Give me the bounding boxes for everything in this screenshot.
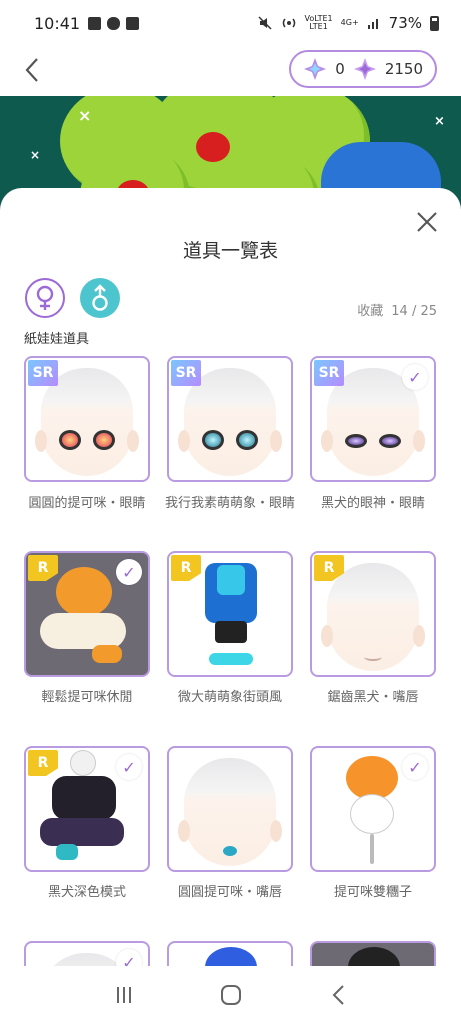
item-card[interactable] [310, 941, 436, 966]
recents-icon [116, 987, 131, 1003]
gallery-icon [88, 16, 102, 30]
hair-illustration [348, 947, 400, 966]
owned-check-icon: ✓ [116, 949, 142, 966]
sparkle-icon: × [30, 148, 41, 162]
female-icon [36, 285, 54, 310]
item-card[interactable]: SR [24, 356, 150, 482]
sheet-title: 道具一覽表 [182, 240, 278, 262]
back-icon [332, 985, 344, 1005]
mute-icon [257, 16, 272, 30]
face-illustration [321, 563, 425, 671]
currency-a-value: 0 [335, 60, 345, 78]
lips [364, 653, 382, 661]
item-card[interactable]: R [167, 551, 293, 677]
item-name: 鋸齒黑犬・嘴唇 [327, 690, 419, 705]
battery-icon [430, 15, 439, 31]
item-name: 我行我素萌萌象・眼睛 [164, 496, 295, 511]
eye-left [59, 430, 81, 450]
item-name: 圓圓提可咪・嘴唇 [177, 885, 282, 900]
item-name: 黑犬深色模式 [47, 885, 126, 900]
rarity-badge: SR [314, 360, 344, 386]
item-card[interactable] [167, 746, 293, 872]
eye-right [379, 434, 401, 448]
recents-button[interactable] [109, 980, 139, 1010]
owned-check-icon: ✓ [116, 559, 142, 585]
lte-label: LTE1 [309, 22, 328, 31]
currency-pill[interactable]: 0 2150 [289, 50, 437, 88]
male-filter-button[interactable] [80, 278, 120, 318]
eye-right [236, 430, 258, 450]
apple [196, 132, 230, 162]
eye-left [202, 430, 224, 450]
item-name: 微大萌萌象街頭風 [177, 690, 282, 705]
male-icon [92, 284, 108, 311]
item-name: 黑犬的眼神・眼睛 [320, 496, 425, 511]
item-list-sheet: 道具一覽表 收藏 14 / 25 紙娃娃道具 SR 圓圓的提可咪・眼睛 SR 我行… [0, 188, 461, 966]
collection-progress: 收藏 14 / 25 [357, 300, 437, 319]
sparkle-icon: × [78, 106, 92, 125]
item-name: 輕鬆提可咪休閒 [41, 690, 133, 705]
item-card[interactable]: R [310, 551, 436, 677]
network-label: 4G+ [340, 18, 359, 27]
item-card[interactable]: ✓ [24, 941, 150, 966]
star-crystal-icon [353, 58, 376, 80]
hotspot-icon [282, 18, 295, 28]
clock: 10:41 [34, 13, 81, 33]
eye-right [93, 430, 115, 450]
lips [223, 846, 237, 856]
top-nav: 0 2150 [0, 46, 461, 96]
status-bar: 10:41 VoLTE1 LTE1 4G+ 73% [0, 0, 461, 46]
item-name: 提可咪雙糰子 [333, 885, 412, 900]
cloud-icon [107, 16, 121, 30]
home-icon [220, 985, 241, 1005]
checkbox-icon [126, 16, 140, 30]
rarity-badge: SR [28, 360, 58, 386]
owned-check-icon: ✓ [402, 364, 428, 390]
star-gem-icon [304, 58, 327, 80]
close-button[interactable] [415, 210, 439, 234]
item-card[interactable]: SR ✓ [310, 356, 436, 482]
signal-icon [367, 19, 378, 29]
chevron-left-icon [25, 58, 38, 82]
close-icon [417, 212, 437, 232]
hair-illustration [205, 947, 257, 966]
item-card[interactable]: ✓ [310, 746, 436, 872]
currency-b-value: 2150 [384, 60, 423, 78]
collect-count: 14 / 25 [391, 304, 437, 319]
female-filter-button[interactable] [25, 278, 65, 318]
item-card[interactable]: R ✓ [24, 551, 150, 677]
sparkle-icon: × [434, 114, 445, 129]
battery-percent: 73% [388, 14, 422, 32]
rarity-badge: SR [171, 360, 201, 386]
face-illustration [178, 758, 282, 866]
back-button[interactable] [18, 56, 46, 84]
owned-check-icon: ✓ [402, 754, 428, 780]
eye-left [345, 434, 367, 448]
back-nav-button[interactable] [323, 980, 353, 1010]
system-nav-bar [0, 966, 461, 1024]
item-card[interactable]: R ✓ [24, 746, 150, 872]
section-label: 紙娃娃道具 [24, 332, 90, 347]
item-card[interactable]: SR [167, 356, 293, 482]
item-card[interactable] [167, 941, 293, 966]
owned-check-icon: ✓ [116, 754, 142, 780]
item-name: 圓圓的提可咪・眼睛 [28, 496, 146, 511]
home-button[interactable] [216, 980, 246, 1010]
collect-label: 收藏 [357, 304, 384, 319]
